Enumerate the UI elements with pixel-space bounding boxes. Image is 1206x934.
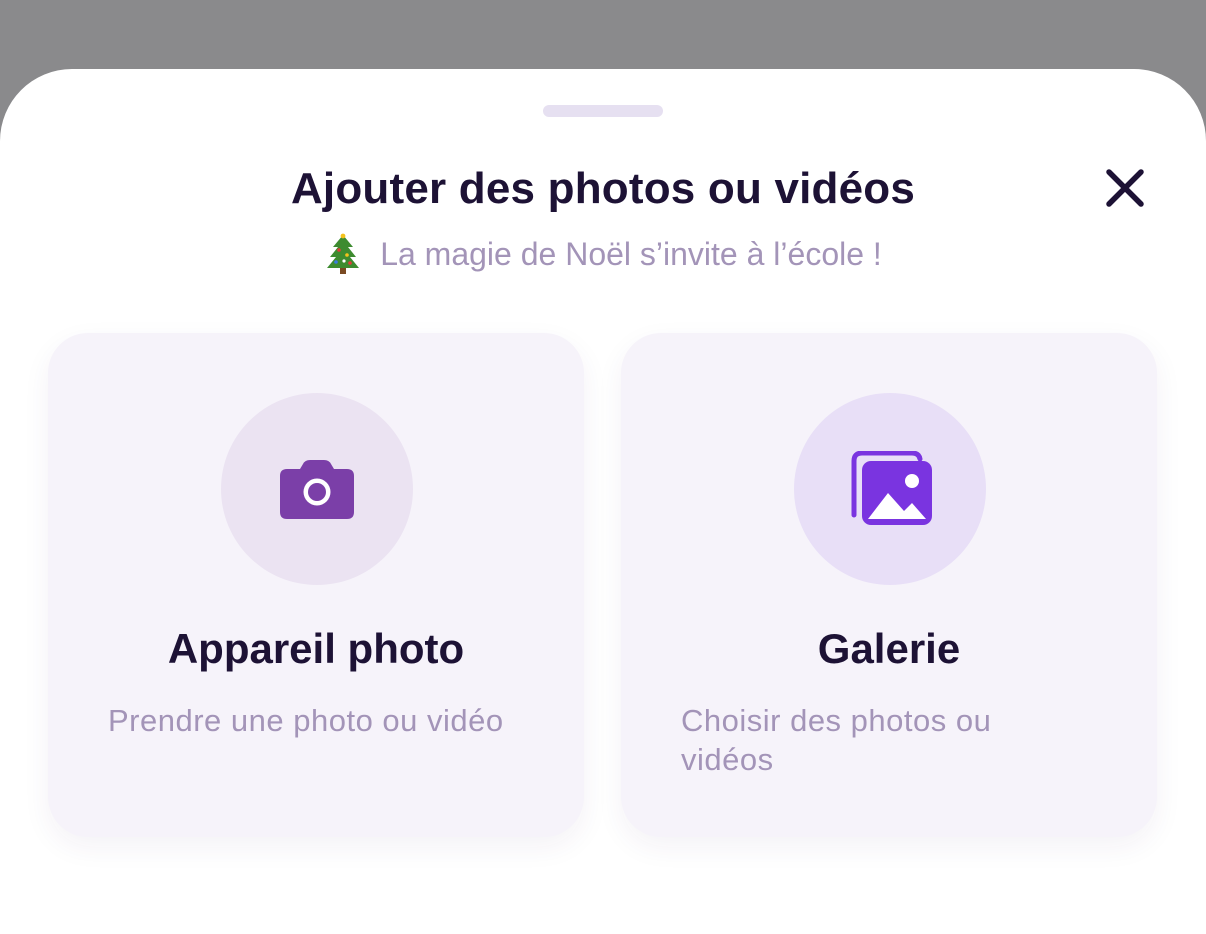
gallery-option-description: Choisir des photos ou vidéos (681, 703, 992, 777)
gallery-option-card[interactable]: Galerie Choisir des photos ou vidéos (621, 333, 1157, 837)
sheet-grabber[interactable] (543, 105, 663, 117)
christmas-tree-icon (327, 233, 360, 274)
bottom-sheet: Ajouter des photos ou vidéos La magie de… (0, 69, 1206, 934)
close-icon (1106, 169, 1144, 207)
close-button[interactable] (1098, 163, 1152, 213)
camera-option-card[interactable]: Appareil photo Prendre une photo ou vidé… (48, 333, 584, 837)
sheet-title: Ajouter des photos ou vidéos (290, 164, 916, 213)
camera-icon-circle (221, 393, 413, 585)
sheet-subtitle-row: La magie de Noël s’invite à l’école ! (0, 232, 1206, 276)
camera-option-description: Prendre une photo ou vidéo (108, 703, 504, 738)
camera-icon (280, 460, 354, 519)
gallery-icon (851, 451, 932, 525)
sheet-subtitle: La magie de Noël s’invite à l’école ! (380, 236, 882, 272)
gallery-icon-circle (794, 393, 986, 585)
gallery-option-title: Galerie (817, 625, 961, 672)
camera-option-title: Appareil photo (167, 625, 465, 672)
